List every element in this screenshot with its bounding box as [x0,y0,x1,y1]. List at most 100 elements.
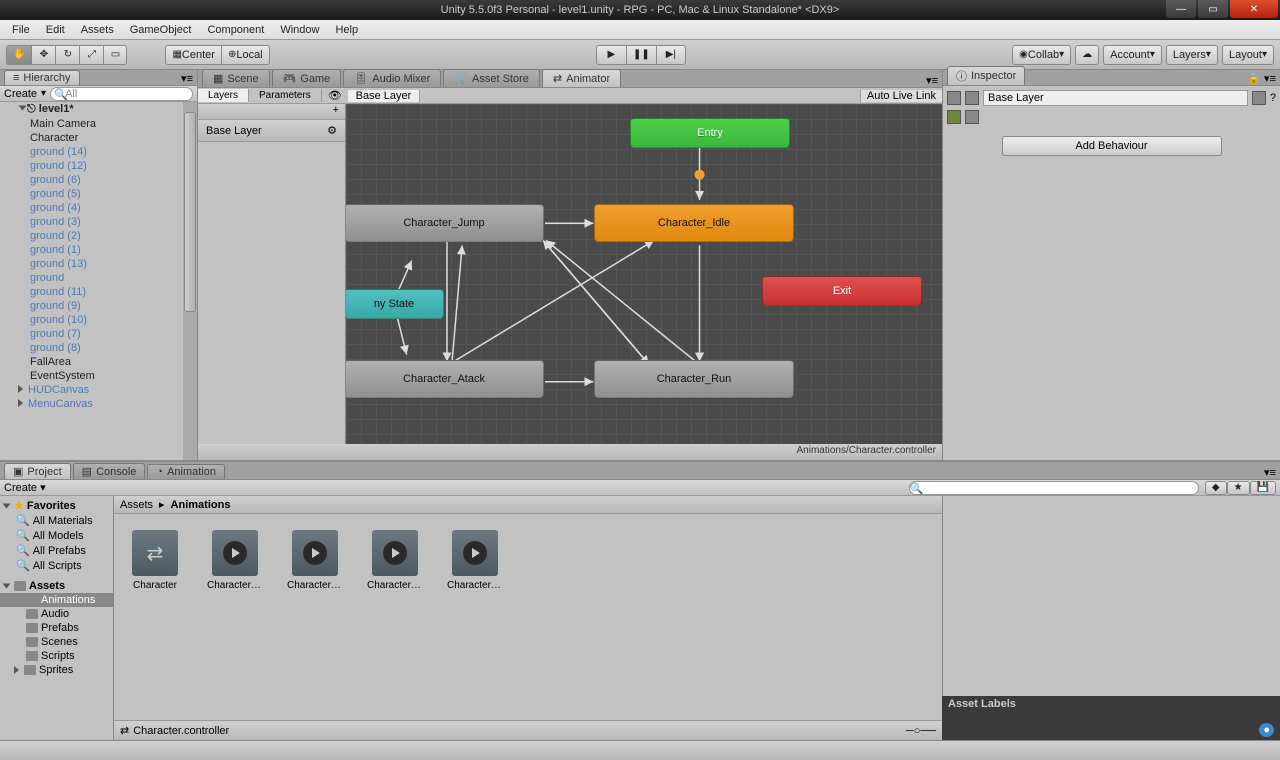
tab-console[interactable]: ▤ Console [73,463,146,479]
move-tool-button[interactable]: ✥ [31,45,55,65]
menu-assets[interactable]: Assets [73,22,122,38]
panel-menu-icon[interactable]: ▾≡ [922,74,942,87]
asset-item[interactable]: Character_... [370,530,420,591]
eye-icon[interactable]: 👁 [322,89,348,102]
asset-item[interactable]: Character_... [290,530,340,591]
collab-dropdown[interactable]: ◉ Collab ▾ [1012,45,1071,65]
hierarchy-item[interactable]: ground (8) [0,341,197,355]
tab-animation[interactable]: ◔ Animation [147,464,225,479]
node-run[interactable]: Character_Run [594,360,794,398]
node-any-state[interactable]: ny State [346,289,444,319]
filter-by-label-icon[interactable]: ★ [1227,481,1250,495]
hierarchy-item[interactable]: ground [0,271,197,285]
hierarchy-item[interactable]: HUDCanvas [0,383,197,397]
add-behaviour-button[interactable]: Add Behaviour [1002,136,1222,156]
tab-animator[interactable]: ⇄ Animator [542,69,621,87]
menu-edit[interactable]: Edit [38,22,73,38]
hierarchy-item[interactable]: ground (10) [0,313,197,327]
favorites-header[interactable]: ★Favorites [0,498,113,513]
menu-help[interactable]: Help [327,22,366,38]
node-exit[interactable]: Exit [762,276,922,306]
hierarchy-item[interactable]: ground (1) [0,243,197,257]
hierarchy-item[interactable]: ground (14) [0,145,197,159]
scale-tool-button[interactable]: ⤢ [79,45,103,65]
folder-item[interactable]: Sprites [0,663,113,677]
hierarchy-item[interactable]: ground (13) [0,257,197,271]
asset-item[interactable]: Character_... [450,530,500,591]
favorite-item[interactable]: 🔍All Prefabs [0,543,113,558]
panel-menu-icon[interactable]: ▾≡ [177,72,197,85]
asset-item[interactable]: ⇄Character [130,530,180,591]
filter-by-type-icon[interactable]: ◆ [1205,481,1227,495]
hierarchy-tab[interactable]: ≡ Hierarchy [4,70,80,85]
node-attack[interactable]: Character_Atack [346,360,544,398]
folder-item[interactable]: Audio [0,607,113,621]
mask-icon[interactable] [965,110,979,124]
label-dropdown-icon[interactable]: ● [1259,723,1274,737]
favorite-item[interactable]: 🔍All Scripts [0,558,113,573]
hierarchy-item[interactable]: ground (7) [0,327,197,341]
folder-item[interactable]: Scripts [0,649,113,663]
favorite-item[interactable]: 🔍All Models [0,528,113,543]
node-jump[interactable]: Character_Jump [346,204,544,242]
maximize-button[interactable]: ▭ [1198,0,1228,18]
inspector-tab[interactable]: ⓘ Inspector [947,66,1025,85]
space-toggle[interactable]: ⊕ Local [221,45,270,65]
breadcrumb-item[interactable]: Assets [120,499,153,511]
auto-live-link-toggle[interactable]: Auto Live Link [860,90,942,102]
panel-menu-icon[interactable]: ▾≡ [1260,466,1280,479]
layer-name-input[interactable] [983,90,1248,106]
hierarchy-item[interactable]: ground (6) [0,173,197,187]
menu-file[interactable]: File [4,22,38,38]
assets-header[interactable]: Assets [0,579,113,593]
tab-game[interactable]: 🎮 Game [272,69,342,87]
favorite-item[interactable]: 🔍All Materials [0,513,113,528]
tab-project[interactable]: ▣ Project [4,463,71,479]
rotate-tool-button[interactable]: ↻ [55,45,79,65]
hierarchy-item[interactable]: ground (2) [0,229,197,243]
save-search-icon[interactable]: 💾 [1250,481,1276,495]
tab-asset-store[interactable]: 🛒 Asset Store [443,69,540,87]
minimize-button[interactable]: — [1166,0,1196,18]
animator-graph[interactable]: Entry Character_Idle Character_Jump ny S… [346,104,942,444]
hierarchy-item[interactable]: FallArea [0,355,197,369]
layer-item[interactable]: Base Layer ⚙ [198,120,345,142]
pause-button[interactable]: ❚❚ [626,45,656,65]
breadcrumb-item[interactable]: Animations [171,499,231,511]
hierarchy-item[interactable]: ground (4) [0,201,197,215]
menu-window[interactable]: Window [272,22,327,38]
lock-icon[interactable]: 🔒 ▾≡ [1243,72,1280,85]
hierarchy-item[interactable]: ground (12) [0,159,197,173]
menu-component[interactable]: Component [199,22,272,38]
ik-icon[interactable] [947,110,961,124]
folder-item[interactable]: Animations [0,593,113,607]
menu-gameobject[interactable]: GameObject [122,22,200,38]
hand-tool-button[interactable]: ✋ [6,45,31,65]
hierarchy-item[interactable]: ground (3) [0,215,197,229]
asset-item[interactable]: Character_... [210,530,260,591]
hierarchy-scrollbar[interactable] [183,102,197,460]
subtab-parameters[interactable]: Parameters [249,89,322,102]
hierarchy-item[interactable]: ground (5) [0,187,197,201]
hierarchy-item[interactable]: ground (11) [0,285,197,299]
rect-tool-button[interactable]: ▭ [103,45,127,65]
hierarchy-item[interactable]: Main Camera [0,117,197,131]
node-entry[interactable]: Entry [630,118,790,148]
help-icon[interactable]: ? [1270,92,1276,104]
gear-icon[interactable]: ⚙ [327,124,337,137]
scene-row[interactable]: ⎋ level1* [0,102,197,117]
project-search[interactable]: 🔍 [909,481,1199,495]
create-dropdown[interactable]: Create [4,88,37,100]
node-idle[interactable]: Character_Idle [594,204,794,242]
cloud-button[interactable]: ☁ [1075,45,1099,65]
account-dropdown[interactable]: Account ▾ [1103,45,1162,65]
folder-item[interactable]: Prefabs [0,621,113,635]
hierarchy-item[interactable]: Character [0,131,197,145]
layer-breadcrumb[interactable]: Base Layer [348,90,421,102]
pivot-toggle[interactable]: ▦ Center [165,45,220,65]
create-dropdown[interactable]: Create ▾ [4,481,46,494]
layout-dropdown[interactable]: Layout ▾ [1222,45,1274,65]
hierarchy-item[interactable]: ground (9) [0,299,197,313]
layers-dropdown[interactable]: Layers ▾ [1166,45,1218,65]
add-layer-button[interactable]: + [198,104,345,120]
